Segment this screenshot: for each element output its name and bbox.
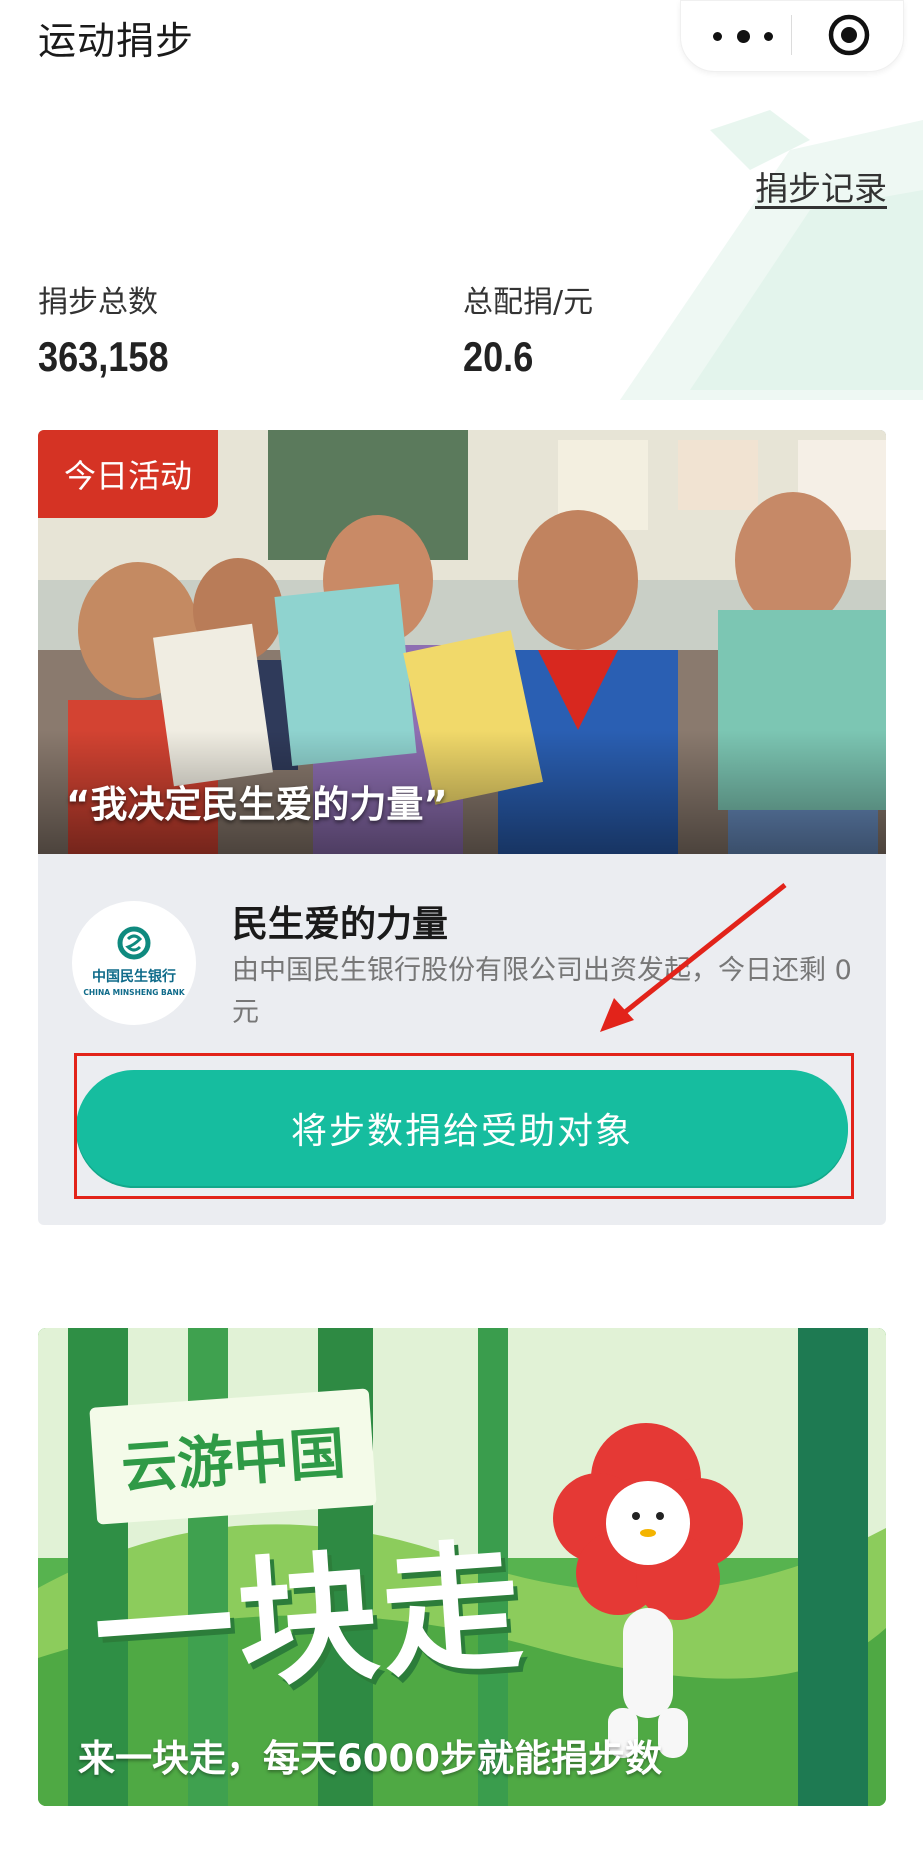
total-steps-value: 363,158 — [38, 333, 169, 380]
header-watermark — [620, 110, 923, 400]
photo-caption: “我决定民生爱的力量” — [66, 783, 448, 826]
page-title: 运动捐步 — [38, 19, 195, 63]
promo-headline: 一块走 — [88, 1525, 532, 1718]
promo-subtitle: 来一块走，每天6000步就能捐步数 — [78, 1737, 662, 1780]
logo-text-en: CHINA MINSHENG BANK — [83, 988, 185, 997]
title-bar: 运动捐步 — [0, 0, 923, 75]
total-steps-label: 捐步总数 — [38, 285, 158, 320]
annotation-highlight-box — [74, 1053, 854, 1199]
promo-banner[interactable]: 云游中国 一块走 来一块走，每天6000步就能捐步数 — [38, 1328, 886, 1806]
more-icon[interactable] — [713, 25, 773, 47]
target-icon[interactable] — [828, 14, 870, 56]
promo-tag: 云游中国 — [89, 1388, 377, 1525]
org-title: 民生爱的力量 — [232, 904, 449, 945]
activity-photo[interactable]: 今日活动 “我决定民生爱的力量” — [38, 430, 886, 854]
donation-record-link[interactable]: 捐步记录 — [755, 162, 887, 210]
bank-logo-mark: 中国民生银行 CHINA MINSHENG BANK — [83, 926, 186, 997]
annotation-arrow — [600, 883, 787, 1032]
capsule-divider — [791, 15, 792, 55]
minsheng-bank-logo: 中国民生银行 CHINA MINSHENG BANK — [72, 901, 196, 1025]
total-match-label: 总配捐/元 — [463, 285, 594, 320]
today-activity-badge: 今日活动 — [38, 430, 218, 518]
miniprogram-capsule — [680, 0, 904, 72]
total-match-value: 20.6 — [463, 333, 534, 380]
logo-text-cn: 中国民生银行 — [92, 968, 176, 985]
